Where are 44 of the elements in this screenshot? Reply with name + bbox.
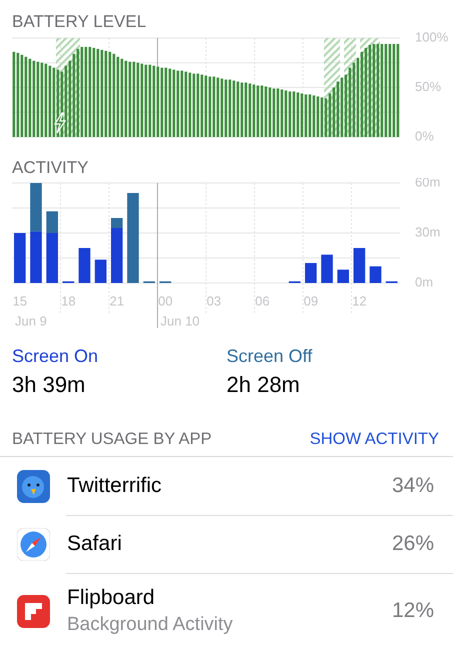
axis-label: 06	[255, 293, 270, 308]
section-title: BATTERY LEVEL	[11, 11, 148, 32]
app-name: Flipboard	[67, 585, 156, 611]
usage-percent: 26%	[392, 532, 435, 556]
bar	[305, 263, 317, 283]
bird-app-icon[interactable]	[17, 470, 50, 502]
bar	[337, 270, 349, 283]
axis-label: 12	[352, 293, 367, 308]
axis-label: 21	[110, 293, 124, 308]
usage-percent: 34%	[392, 474, 435, 498]
summary-value: 2h 28m	[226, 371, 301, 399]
tile-app-icon[interactable]	[17, 594, 50, 628]
axis-label: 09	[304, 293, 318, 308]
usage-percent: 12%	[392, 599, 435, 623]
section-title: BATTERY USAGE BY APP	[12, 430, 212, 449]
summary-label: Screen Off	[226, 345, 314, 368]
axis-label: 50%	[415, 78, 442, 94]
show-activity-link[interactable]: SHOW ACTIVITY	[310, 430, 439, 449]
app-name: Safari	[67, 531, 123, 557]
bar	[78, 248, 90, 283]
bar	[30, 231, 42, 283]
axis-label: 15	[12, 293, 28, 308]
summary-value: 3h 39m	[12, 371, 86, 399]
app-detail: Background Activity	[67, 613, 234, 637]
bar	[354, 248, 366, 283]
axis-label: 03	[206, 293, 222, 308]
compass-app-icon[interactable]	[17, 528, 50, 560]
bar	[94, 260, 106, 283]
axis-label: 0m	[415, 274, 434, 290]
date-label: Jun 10	[160, 313, 200, 328]
app-name: Twitterrific	[67, 473, 162, 499]
bar	[30, 183, 42, 232]
lightning-icon	[54, 112, 66, 134]
bar	[370, 266, 382, 283]
bar	[321, 254, 333, 283]
axis-label: 30m	[415, 224, 440, 240]
date-label: Jun 9	[15, 313, 47, 328]
axis-label: 0%	[415, 128, 434, 144]
summary-label: Screen On	[12, 345, 100, 368]
axis-label: 18	[61, 293, 76, 308]
axis-label: 100%	[415, 32, 448, 44]
bar	[14, 233, 26, 283]
section-title: ACTIVITY	[11, 157, 90, 178]
axis-label: 00	[158, 293, 173, 308]
